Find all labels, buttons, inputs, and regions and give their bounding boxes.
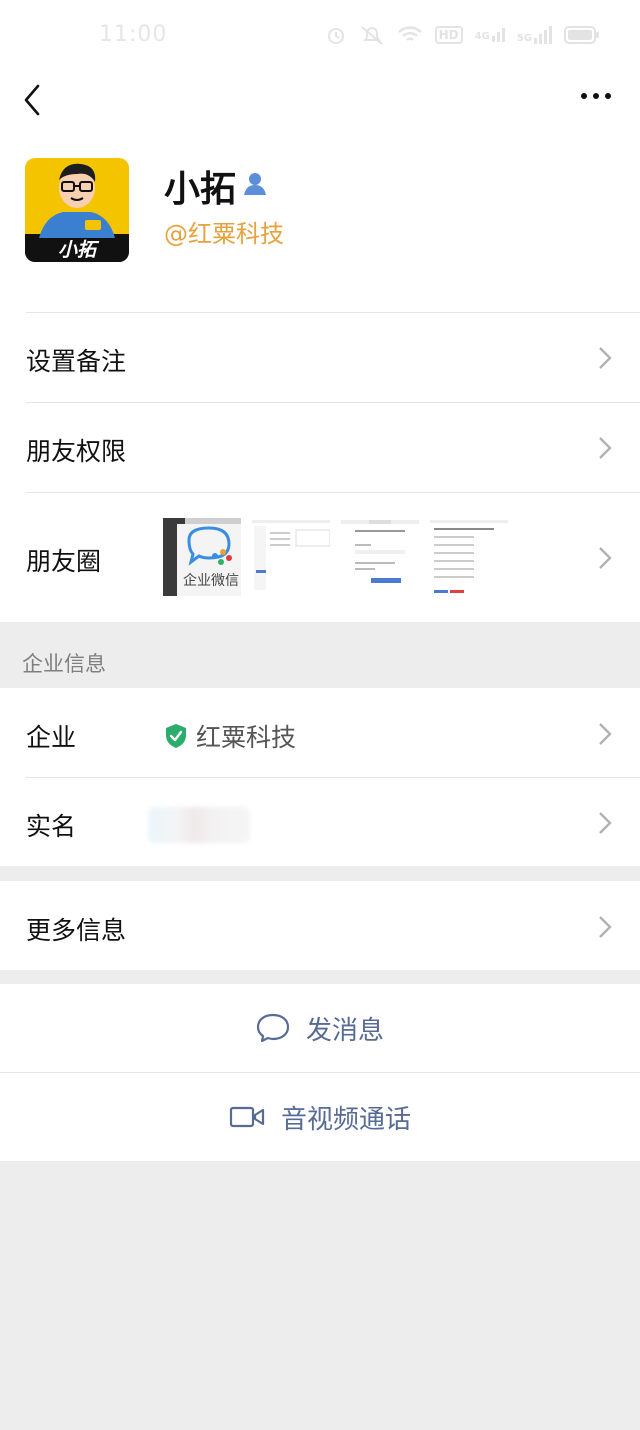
more-icon[interactable] <box>578 84 614 108</box>
row-friend-permissions[interactable]: 朋友权限 <box>0 402 640 492</box>
send-message-label: 发消息 <box>305 1015 384 1046</box>
profile-header: 小拓 小拓 @红粟科技 <box>0 122 640 312</box>
company-value: 红粟科技 <box>164 718 296 754</box>
contact-icon <box>244 173 266 195</box>
row-label-realname: 实名 <box>26 812 77 841</box>
net-5g-label: 5G <box>516 33 532 44</box>
signal-4g-icon: 4G <box>475 28 505 42</box>
battery-icon <box>564 26 599 44</box>
mute-icon <box>360 26 383 45</box>
row-label-more-info: 更多信息 <box>26 916 127 945</box>
moments-thumb-2 <box>252 518 330 596</box>
back-arrow-icon[interactable] <box>18 78 48 118</box>
row-company[interactable]: 企业 红粟科技 <box>0 688 640 777</box>
profile-org-handle: @红粟科技 <box>164 220 284 248</box>
chevron-right-icon <box>599 347 612 369</box>
verified-shield-icon <box>166 724 186 748</box>
section-header-label: 企业信息 <box>22 652 106 676</box>
real-name-blurred <box>148 807 250 843</box>
row-label-moments: 朋友圈 <box>26 547 102 576</box>
video-camera-icon <box>229 1106 265 1128</box>
row-label-company: 企业 <box>26 723 77 752</box>
net-4g-label: 4G <box>474 31 490 42</box>
avatar[interactable]: 小拓 <box>25 158 129 262</box>
chevron-right-icon <box>599 547 612 569</box>
signal-5g-icon: 5G <box>517 26 552 44</box>
nav-bar <box>0 72 640 122</box>
send-message-button[interactable]: 发消息 <box>0 984 640 1072</box>
hd-icon: HD <box>434 26 463 44</box>
moments-thumb-3 <box>341 518 419 596</box>
row-set-remark[interactable]: 设置备注 <box>0 312 640 402</box>
status-bar: 11:00 HD 4G 5G <box>0 0 640 72</box>
chevron-right-icon <box>599 916 612 938</box>
moments-thumbnails: 企业微信 <box>163 518 508 596</box>
chevron-right-icon <box>599 437 612 459</box>
moments-thumb-wecom: 企业微信 <box>163 518 241 596</box>
row-more-info[interactable]: 更多信息 <box>0 881 640 970</box>
profile-name: 小拓 <box>164 169 237 210</box>
row-real-name[interactable]: 实名 <box>0 777 640 866</box>
video-call-button[interactable]: 音视频通话 <box>0 1073 640 1161</box>
row-label-remark: 设置备注 <box>26 347 127 376</box>
moments-thumb-4 <box>430 518 508 596</box>
chat-bubble-icon <box>256 1013 290 1043</box>
row-label-permissions: 朋友权限 <box>26 437 127 466</box>
alarm-icon <box>327 28 344 44</box>
wifi-icon <box>397 26 422 41</box>
moments-thumb-caption: 企业微信 <box>183 573 239 589</box>
status-time: 11:00 <box>99 22 168 47</box>
section-header-enterprise: 企业信息 <box>0 622 640 688</box>
chevron-right-icon <box>599 723 612 745</box>
company-name: 红粟科技 <box>196 723 297 752</box>
video-call-label: 音视频通话 <box>280 1104 411 1135</box>
row-moments[interactable]: 朋友圈 企业微信 <box>0 492 640 622</box>
avatar-caption: 小拓 <box>57 239 96 261</box>
status-icons: HD 4G 5G <box>325 24 600 46</box>
chevron-right-icon <box>599 812 612 834</box>
